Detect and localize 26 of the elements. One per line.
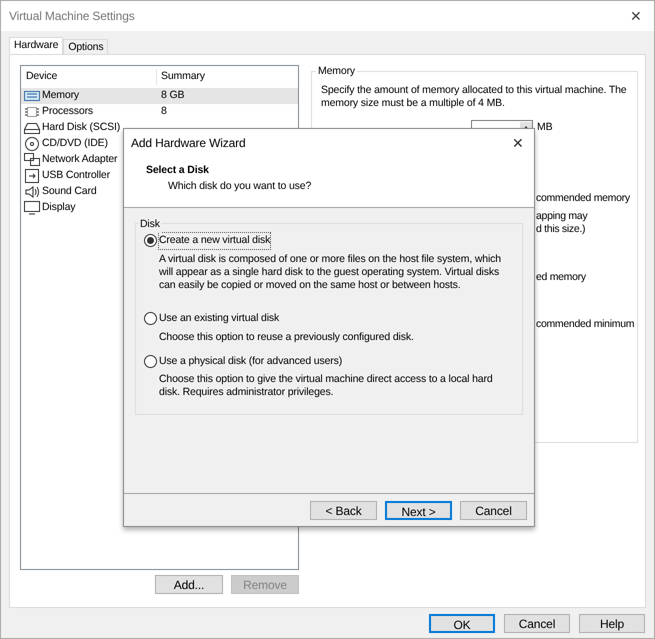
option-description: A virtual disk is composed of one or more files on the host file system, which will appear as a single hard disk to the guest operating system. Virtual disks can easily be copied or moved on the same host or between hosts. [158, 252, 502, 292]
memory-note: apping may d this size.) [536, 210, 588, 236]
device-name: Display [42, 200, 76, 216]
wizard-heading: Select a Disk [145, 163, 210, 178]
device-summary: 8 [160, 104, 167, 120]
memory-description: Specify the amount of memory allocated to this virtual machine. The memory size must be a multiple of 4 MB. [321, 84, 628, 110]
option-description: Choose this option to reuse a previously configured disk. [158, 330, 415, 344]
option-description: Choose this option to give the virtual machine direct access to a local hard disk. Requires administrator privileges. [158, 373, 494, 400]
device-name: USB Controller [42, 168, 110, 184]
wizard-subheading: Which disk do you want to use? [167, 178, 312, 194]
device-name: Hard Disk (SCSI) [42, 120, 120, 136]
memory-note: ed memory [536, 271, 586, 284]
device-name: Sound Card [42, 184, 97, 200]
device-name: Network Adapter [42, 152, 118, 168]
memory-note: commended memory [536, 192, 630, 205]
device-name: CD/DVD (IDE) [42, 136, 108, 152]
dialog-title: Add Hardware Wizard [131, 135, 246, 152]
device-name: Processors [42, 104, 94, 120]
device-name: Memory [42, 88, 80, 104]
column-header: Device [21, 69, 157, 85]
column-header: Summary [160, 69, 205, 84]
unit-label: MB [537, 120, 552, 136]
window-title: Virtual Machine Settings [9, 8, 135, 25]
group-title: Disk [139, 217, 161, 233]
device-summary: 8 GB [160, 88, 184, 104]
memory-note: commended minimum [536, 318, 634, 331]
